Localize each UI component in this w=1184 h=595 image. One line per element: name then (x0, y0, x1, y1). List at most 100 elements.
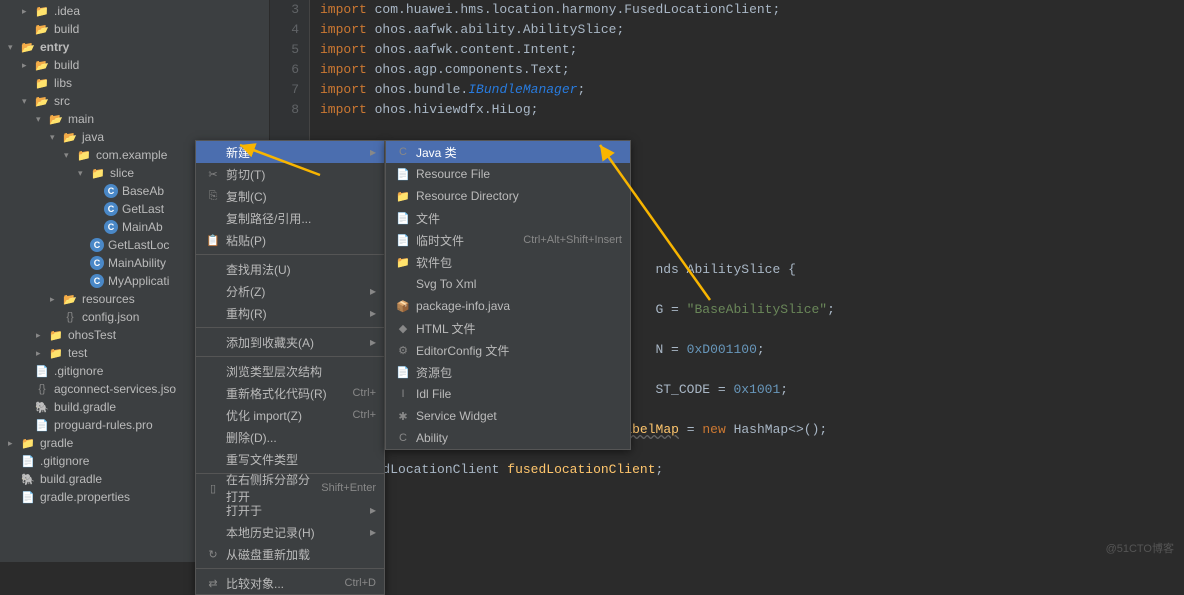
menu-item[interactable]: ⇄比较对象...Ctrl+D (196, 572, 384, 594)
menu-item[interactable]: 📁 软件包 (386, 251, 630, 273)
menu-item[interactable]: 📄临时文件Ctrl+Alt+Shift+Insert (386, 229, 630, 251)
menu-label: 本地历史记录(H) (226, 524, 370, 541)
menu-icon: C (394, 432, 412, 444)
menu-icon: 📁 (394, 256, 412, 269)
menu-item[interactable]: 📄资源包 (386, 361, 630, 383)
expand-arrow[interactable]: ▸ (36, 348, 46, 359)
tree-item[interactable]: ▾📂src (0, 92, 269, 110)
menu-icon: I (394, 388, 412, 400)
expand-arrow[interactable]: ▸ (8, 438, 18, 449)
menu-item[interactable]: 打开于▸ (196, 499, 384, 521)
menu-item[interactable]: 📄Resource File (386, 163, 630, 185)
line-number: 6 (270, 60, 309, 80)
menu-label: 优化 import(Z) (226, 407, 352, 424)
new-submenu[interactable]: C Java 类 📄Resource File📁Resource Directory… (385, 140, 631, 450)
expand-arrow[interactable]: ▸ (22, 6, 32, 17)
file-icon: 📄 (20, 489, 36, 505)
tree-item[interactable]: 📂build (0, 20, 269, 38)
menu-icon: ↻ (204, 548, 222, 561)
expand-arrow[interactable]: ▾ (78, 168, 88, 179)
class-icon: C (104, 184, 118, 198)
expand-arrow[interactable]: ▾ (36, 114, 46, 125)
context-menu[interactable]: 新建▸✂剪切(T)⎘复制(C)复制路径/引用...📋粘贴(P) 查找用法(U)分析… (195, 140, 385, 595)
menu-label: 资源包 (416, 364, 622, 381)
menu-item[interactable]: 📦package-info.java (386, 295, 630, 317)
json-icon: {} (34, 381, 50, 397)
line-number: 5 (270, 40, 309, 60)
menu-icon: ⚙ (394, 344, 412, 357)
expand-arrow[interactable]: ▾ (22, 96, 32, 107)
menu-label: 比较对象... (226, 575, 345, 592)
line-number (270, 120, 309, 140)
menu-item[interactable]: 删除(D)... (196, 426, 384, 448)
menu-icon: 📄 (394, 212, 412, 225)
expand-arrow[interactable]: ▸ (50, 294, 60, 305)
menu-label: EditorConfig 文件 (416, 342, 622, 359)
tree-label: resources (82, 292, 135, 306)
code-line: import ohos.aafwk.content.Intent; (320, 40, 1184, 60)
menu-item[interactable]: 📋粘贴(P) (196, 229, 384, 251)
tree-label: config.json (82, 310, 139, 324)
menu-item[interactable]: ◆HTML 文件 (386, 317, 630, 339)
menu-separator (196, 254, 384, 255)
expand-arrow[interactable]: ▾ (64, 150, 74, 161)
menu-label: 浏览类型层次结构 (226, 363, 376, 380)
menu-item[interactable]: ⚙ EditorConfig 文件 (386, 339, 630, 361)
menu-item[interactable]: 📁Resource Directory (386, 185, 630, 207)
menu-item[interactable]: 查找用法(U) (196, 258, 384, 280)
menu-separator (196, 568, 384, 569)
folder-icon: 📁 (48, 345, 64, 361)
expand-arrow[interactable]: ▸ (36, 330, 46, 341)
menu-icon: C (394, 146, 412, 158)
tree-item[interactable]: ▸📁.idea (0, 2, 269, 20)
menu-item[interactable]: 浏览类型层次结构 (196, 360, 384, 382)
tree-item[interactable]: 📁libs (0, 74, 269, 92)
submenu-arrow: ▸ (370, 145, 376, 159)
menu-item[interactable]: C Java 类 (386, 141, 630, 163)
tree-label: ohosTest (68, 328, 116, 342)
menu-item[interactable]: 重新格式化代码(R)Ctrl+ (196, 382, 384, 404)
menu-item[interactable]: 新建▸ (196, 141, 384, 163)
tree-label: .gitignore (54, 364, 103, 378)
expand-arrow[interactable]: ▸ (22, 60, 32, 71)
tree-label: MainAb (122, 220, 163, 234)
menu-icon: 📄 (394, 234, 412, 247)
menu-item[interactable]: ⎘复制(C) (196, 185, 384, 207)
folder-icon: 📁 (76, 147, 92, 163)
menu-item[interactable]: 分析(Z)▸ (196, 280, 384, 302)
expand-arrow[interactable]: ▾ (50, 132, 60, 143)
menu-item[interactable]: Svg To Xml (386, 273, 630, 295)
line-number: 3 (270, 0, 309, 20)
menu-label: 软件包 (416, 254, 622, 271)
expand-arrow[interactable]: ▾ (8, 42, 18, 53)
tree-item[interactable]: ▸📂build (0, 56, 269, 74)
menu-item[interactable]: IIdl File (386, 383, 630, 405)
submenu-arrow: ▸ (370, 525, 376, 539)
tree-item[interactable]: ▾📂main (0, 110, 269, 128)
menu-item[interactable]: 重构(R)▸ (196, 302, 384, 324)
menu-label: package-info.java (416, 299, 622, 313)
menu-label: 重构(R) (226, 305, 370, 322)
menu-item[interactable]: 添加到收藏夹(A)▸ (196, 331, 384, 353)
submenu-arrow: ▸ (370, 503, 376, 517)
tree-label: MainAbility (108, 256, 166, 270)
menu-label: Java 类 (416, 144, 622, 161)
menu-item[interactable]: ✱Service Widget (386, 405, 630, 427)
line-number: 7 (270, 80, 309, 100)
menu-item[interactable]: ▯在右侧拆分部分打开Shift+Enter (196, 477, 384, 499)
menu-item[interactable]: 本地历史记录(H)▸ (196, 521, 384, 543)
menu-item[interactable]: CAbility (386, 427, 630, 449)
menu-item[interactable]: 📄文件 (386, 207, 630, 229)
menu-item[interactable]: 优化 import(Z)Ctrl+ (196, 404, 384, 426)
menu-icon: ⇄ (204, 577, 222, 590)
tree-label: .gitignore (40, 454, 89, 468)
menu-item[interactable]: ✂剪切(T) (196, 163, 384, 185)
code-line: FusedLocationClient fusedLocationClient; (320, 460, 1184, 480)
menu-item[interactable]: 复制路径/引用... (196, 207, 384, 229)
menu-icon: 📁 (394, 190, 412, 203)
menu-separator (196, 327, 384, 328)
menu-item[interactable]: 重写文件类型 (196, 448, 384, 470)
shortcut: Shift+Enter (321, 482, 376, 494)
tree-item[interactable]: ▾📂entry (0, 38, 269, 56)
menu-label: Service Widget (416, 409, 622, 423)
